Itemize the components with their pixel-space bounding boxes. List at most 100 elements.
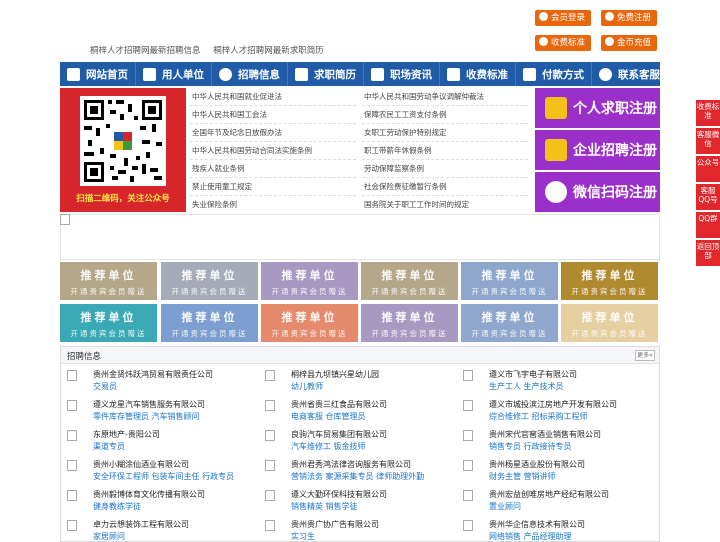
side-pricing[interactable]: 收费标准 [696,100,720,126]
user-icon [539,12,548,21]
job-positions[interactable]: 综合维修工 招标采购工程师 [489,411,588,422]
company-link[interactable]: 贵州宋代官窖酒业销售有限公司 [489,429,601,440]
company-link[interactable]: 贵州杨星酒业股份有限公司 [489,459,585,470]
company-link[interactable]: 贵州宏益创唯房地产经纪有限公司 [489,489,609,500]
divider [190,177,356,178]
recommended-employer-ad[interactable]: 推荐单位 开通贵宾会员赠送 [60,304,157,342]
job-positions[interactable]: 置业顾问 [489,501,521,512]
policy-link[interactable]: 国务院关于职工工作时间的规定 [364,199,469,210]
job-positions[interactable]: 销售专员 行政接待专员 [489,441,572,452]
side-qq[interactable]: 客服QQ号 [696,184,720,210]
qr-code[interactable] [80,96,166,186]
side-qq-group[interactable]: QQ群 [696,212,720,238]
company-link[interactable]: 东原地产-贵阳公司 [93,429,160,440]
company-link[interactable]: 遵义大勤环保科技有限公司 [291,489,387,500]
job-positions[interactable]: 电商客服 仓库管理员 [291,411,366,422]
recommended-employer-ad[interactable]: 推荐单位 开通贵宾会员赠送 [161,262,258,300]
more-button[interactable]: 更多» [635,350,655,361]
nav-employers[interactable]: 用人单位 [136,62,212,86]
nav-news[interactable]: 职场资讯 [364,62,440,86]
policy-link[interactable]: 中华人民共和国劳动争议调解仲裁法 [364,91,484,102]
company-link[interactable]: 贵州金贤炜跃鸿贸易有限责任公司 [93,369,213,380]
recommended-employer-ad[interactable]: 推荐单位 开通贵宾会员赠送 [361,262,458,300]
policy-link[interactable]: 中华人民共和国工会法 [192,109,267,120]
recommended-employer-ad[interactable]: 推荐单位 开通贵宾会员赠送 [261,304,358,342]
job-positions[interactable]: 零件库存管理员 汽车销售顾问 [93,411,200,422]
job-positions[interactable]: 汽车维修工 钣金技师 [291,441,366,452]
job-positions[interactable]: 网络销售 产品经理助理 [489,531,572,542]
register-button[interactable]: 免费注册 [601,10,658,26]
company-logo [265,460,275,471]
recommended-employer-ad[interactable]: 推荐单位 开通贵宾会员赠送 [361,304,458,342]
company-link[interactable]: 卓力云想装饰工程有限公司 [93,519,189,530]
policy-link[interactable]: 残疾人就业条例 [192,163,245,174]
recommended-employer-ad[interactable]: 推荐单位 开通贵宾会员赠送 [161,304,258,342]
company-link[interactable]: 贵州华企信息技术有限公司 [489,519,585,530]
company-link[interactable]: 遵义市飞宇电子有限公司 [489,369,577,380]
job-positions[interactable]: 营销法务 案源采集专员 律师助理外勤 [291,471,424,482]
recharge-button[interactable]: 金币充值 [601,35,658,51]
nav-resumes[interactable]: 求职简历 [288,62,364,86]
job-positions[interactable]: 家居顾问 [93,531,125,542]
main-nav: 网站首页 用人单位 招聘信息 求职简历 职场资讯 收费标准 付款方式 联系客服 [60,62,660,86]
qr-panel: 扫描二维码，关注公众号 [60,88,186,212]
company-link[interactable]: 贵州贵广协广告有限公司 [291,519,379,530]
job-positions[interactable]: 销售精英 销售学徒 [291,501,358,512]
jobseeker-register-button[interactable]: 个人求职注册 [535,88,660,128]
recommended-employer-ad[interactable]: 推荐单位 开通贵宾会员赠送 [60,262,157,300]
recommended-employer-ad[interactable]: 推荐单位 开通贵宾会员赠送 [261,262,358,300]
side-back-to-top[interactable]: 返回顶部 [696,240,720,266]
side-official-account[interactable]: 公众号 [696,156,720,182]
company-link[interactable]: 良驹汽车贸易集团有限公司 [291,429,387,440]
banner-ad[interactable] [60,214,660,260]
policy-link[interactable]: 职工带薪年休假条例 [364,145,432,156]
policy-link[interactable]: 中华人民共和国劳动合同法实施条例 [192,145,312,156]
side-wechat[interactable]: 客服微信 [696,128,720,154]
company-logo [463,400,473,411]
recommended-employer-ad[interactable]: 推荐单位 开通贵宾会员赠送 [561,262,658,300]
policy-link[interactable]: 中华人民共和国就业促进法 [192,91,282,102]
pricing-button[interactable]: 收费标准 [535,35,592,51]
nav-home[interactable]: 网站首页 [60,62,136,86]
wechat-register-button[interactable]: 微信扫码注册 [535,172,660,212]
company-link[interactable]: 遵义市城投滨江房地产开发有限公司 [489,399,617,410]
employer-register-button[interactable]: 企业招聘注册 [535,130,660,170]
nav-payment[interactable]: 付款方式 [516,62,592,86]
latest-jobs-link[interactable]: 桐梓人才招聘网最新招聘信息 [90,46,201,56]
nav-support[interactable]: 联系客服 [592,62,667,86]
job-positions[interactable]: 渠道专员 [93,441,125,452]
company-link[interactable]: 贵州小糊涂仙酒业有限公司 [93,459,189,470]
recommended-employer-ad[interactable]: 推荐单位 开通贵宾会员赠送 [461,262,558,300]
company-link[interactable]: 桐梓县九坝镇兴星幼儿园 [291,369,379,380]
jobs-panel: 招聘信息 更多» 贵州金贤炜跃鸿贸易有限责任公司 交易员 桐梓县九坝镇兴星幼儿园 幼儿… [60,346,660,542]
job-positions[interactable]: 财务主管 营销讲师 [489,471,556,482]
job-positions[interactable]: 实习生 [291,531,315,542]
job-positions[interactable]: 幼儿教师 [291,381,323,392]
policy-link[interactable]: 女职工劳动保护特别规定 [364,127,447,138]
nav-jobs[interactable]: 招聘信息 [212,62,288,86]
latest-resumes-link[interactable]: 桐梓人才招聘网最新求职简历 [213,46,324,56]
company-link[interactable]: 贵州省贵三红食品有限公司 [291,399,387,410]
company-link[interactable]: 遵义龙星汽车销售服务有限公司 [93,399,205,410]
job-positions[interactable]: 安全环保工程师 包装车间主任 行政专员 [93,471,234,482]
policy-link[interactable]: 禁止使用童工规定 [192,181,252,192]
company-link[interactable]: 贵州君秀鸿法律咨询服务有限公司 [291,459,411,470]
divider [190,105,356,106]
policy-link[interactable]: 全国年节及纪念日放假办法 [192,127,282,138]
company-logo [265,490,275,501]
jobs-header [61,347,659,364]
policy-link[interactable]: 劳动保障监察条例 [364,163,424,174]
nav-pricing[interactable]: 收费标准 [440,62,516,86]
policy-link[interactable]: 失业保险条例 [192,199,237,210]
policy-link[interactable]: 社会保险费征缴暂行条例 [364,181,447,192]
company-logo [463,490,473,501]
company-link[interactable]: 贵州毅博体育文化传播有限公司 [93,489,205,500]
job-positions[interactable]: 健身教练学徒 [93,501,141,512]
job-positions[interactable]: 交易员 [93,381,117,392]
policy-links: 中华人民共和国就业促进法 中华人民共和国工会法 全国年节及纪念日放假办法 中华人… [186,88,532,212]
job-positions[interactable]: 生产工人 生产技术员 [489,381,564,392]
login-button[interactable]: 会员登录 [535,10,592,26]
policy-link[interactable]: 保障农民工工资支付条例 [364,109,447,120]
recommended-employer-ad[interactable]: 推荐单位 开通贵宾会员赠送 [461,304,558,342]
recommended-employer-ad[interactable]: 推荐单位 开通贵宾会员赠送 [561,304,658,342]
